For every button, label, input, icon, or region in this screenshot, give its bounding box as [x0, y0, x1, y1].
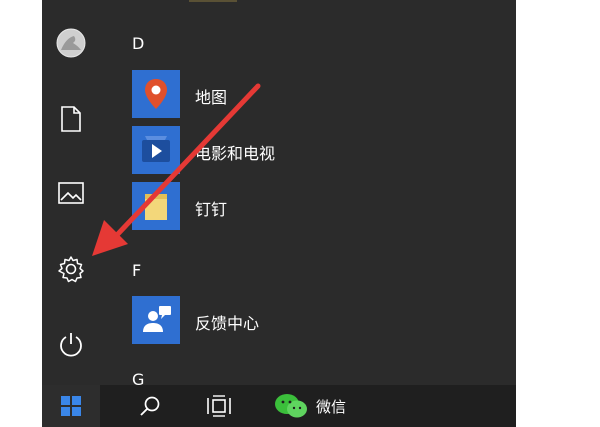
pictures-icon — [58, 182, 84, 204]
feedback-person-icon — [143, 306, 171, 332]
wechat-taskbar-button[interactable]: 微信 — [274, 385, 384, 427]
section-letter-g[interactable]: G — [132, 370, 144, 385]
documents-button[interactable] — [50, 98, 92, 140]
app-item-dingtalk[interactable]: 钉钉 — [132, 182, 516, 238]
app-tile-maps — [132, 70, 180, 118]
app-tile-dingtalk — [132, 182, 180, 230]
wechat-icon — [275, 394, 307, 418]
wechat-taskbar-label: 微信 — [316, 397, 347, 416]
settings-button[interactable] — [50, 248, 92, 290]
section-letter-d[interactable]: D — [132, 34, 144, 53]
search-icon — [140, 396, 160, 416]
app-item-movies-tv[interactable]: 电影和电视 — [132, 126, 516, 182]
app-label: 钉钉 — [195, 200, 228, 219]
task-view-button[interactable] — [199, 385, 239, 427]
app-list: D 地图 电影和电视 钉钉 F 反馈中心 G — [99, 0, 516, 385]
pictures-button[interactable] — [50, 172, 92, 214]
power-button[interactable] — [50, 324, 92, 366]
start-button[interactable] — [42, 385, 100, 427]
task-view-icon — [207, 395, 231, 417]
app-label: 电影和电视 — [195, 144, 276, 163]
user-avatar-button[interactable] — [50, 22, 92, 64]
app-item-maps[interactable]: 地图 — [132, 70, 516, 126]
section-letter-f[interactable]: F — [132, 261, 141, 280]
start-menu: D 地图 电影和电视 钉钉 F 反馈中心 G — [42, 0, 516, 385]
settings-gear-icon — [58, 256, 84, 283]
app-tile-movies-tv — [132, 126, 180, 174]
app-label: 反馈中心 — [195, 314, 260, 333]
start-menu-left-rail — [42, 0, 99, 385]
app-tile-feedback-hub — [132, 296, 180, 344]
taskbar: 微信 — [42, 385, 516, 427]
avatar — [56, 28, 86, 58]
map-pin-icon — [145, 79, 167, 109]
document-icon — [61, 106, 81, 132]
app-item-feedback-hub[interactable]: 反馈中心 — [132, 296, 516, 352]
app-label: 地图 — [195, 88, 228, 107]
partial-app-tile — [189, 0, 237, 2]
play-icon — [142, 136, 170, 162]
search-button[interactable] — [130, 385, 170, 427]
folder-icon — [145, 194, 167, 220]
power-icon — [60, 333, 82, 357]
windows-start-icon — [61, 396, 81, 416]
